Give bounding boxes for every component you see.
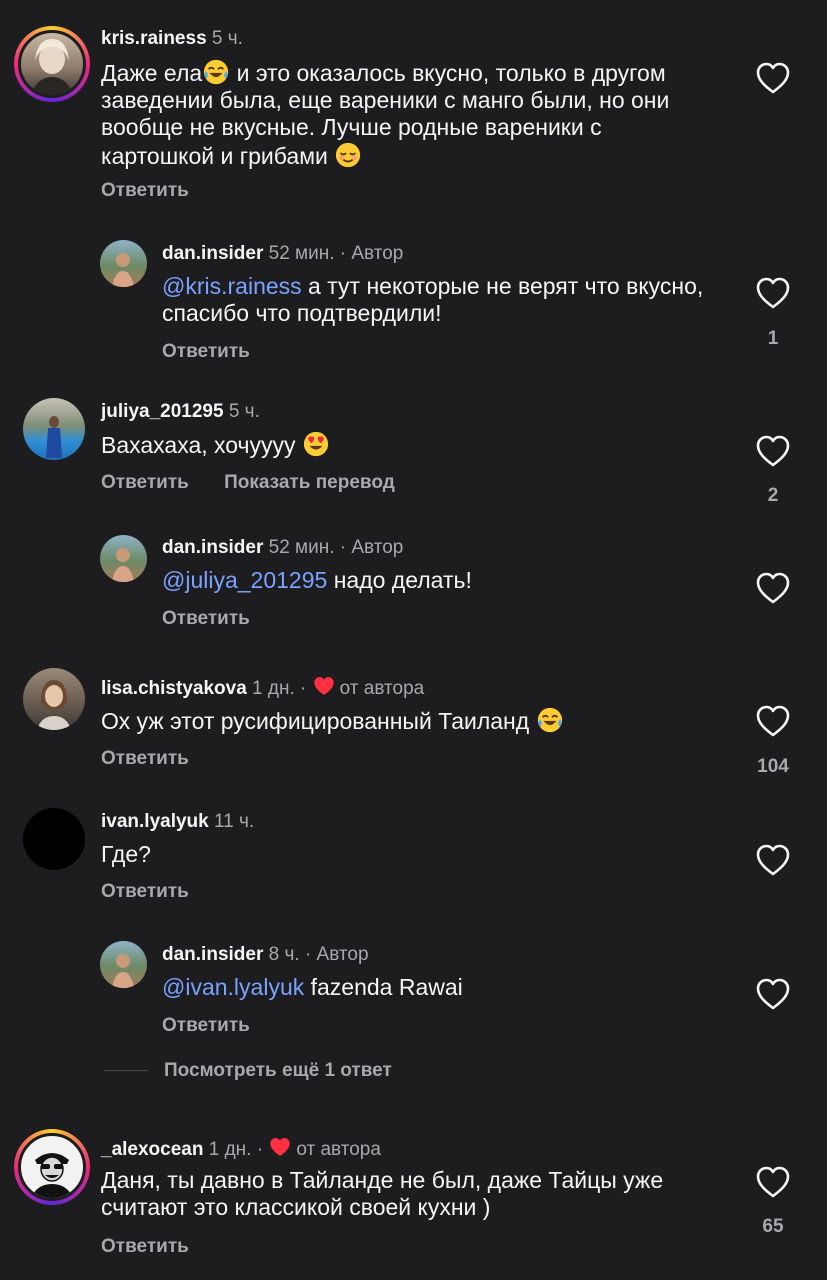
- username[interactable]: _alexocean: [101, 1139, 203, 1160]
- comment-header: juliya_201295 5 ч.: [101, 401, 260, 423]
- reply-button[interactable]: Ответить: [162, 341, 250, 362]
- reply-text: @ivan.lyalyuk fazenda Rawai: [162, 974, 463, 1000]
- avatar[interactable]: [14, 26, 90, 102]
- reply-button[interactable]: Ответить: [101, 472, 189, 493]
- comment-header: ivan.lyalyuk 11 ч.: [101, 811, 254, 833]
- reply-actions: Ответить: [162, 341, 280, 363]
- relieved-emoji: [334, 141, 362, 169]
- like-count: 1: [767, 328, 779, 349]
- comment-text: Где?: [101, 841, 151, 867]
- comment-actions: Ответить: [101, 748, 219, 770]
- timestamp: 5 ч.: [211, 28, 243, 49]
- reply-button[interactable]: Ответить: [101, 1236, 189, 1257]
- mention-link[interactable]: @juliya_201295: [162, 567, 327, 593]
- timestamp: 5 ч.: [228, 401, 260, 422]
- timestamp: 52 мин. · Автор: [268, 243, 404, 264]
- avatar[interactable]: [23, 808, 85, 870]
- username[interactable]: juliya_201295: [101, 401, 224, 422]
- comment-header: _alexocean 1 дн. · от автора: [101, 1136, 381, 1161]
- joy-emoji: [536, 706, 564, 734]
- joy-emoji: [202, 58, 230, 86]
- reply-text: @kris.rainess а тут некоторые не верят ч…: [162, 273, 704, 326]
- liked-by-author-label: от автора: [296, 1139, 381, 1160]
- username[interactable]: dan.insider: [162, 944, 263, 965]
- mention-link[interactable]: @ivan.lyalyuk: [162, 974, 304, 1000]
- author-liked-heart-icon: [268, 1136, 292, 1158]
- author-liked-heart-icon: [312, 675, 336, 697]
- comment-header: lisa.chistyakova 1 дн. · от автора: [101, 675, 424, 700]
- heart-icon[interactable]: [755, 571, 791, 605]
- reply-text: @juliya_201295 надо делать!: [162, 567, 472, 593]
- view-more-replies-button[interactable]: Посмотреть ещё 1 ответ: [104, 1060, 392, 1082]
- username[interactable]: lisa.chistyakova: [101, 678, 247, 699]
- reply-actions: Ответить: [162, 1015, 280, 1037]
- reply-header: dan.insider 52 мин. · Автор: [162, 537, 403, 559]
- username[interactable]: dan.insider: [162, 537, 263, 558]
- divider-line: [104, 1070, 148, 1072]
- reply-button[interactable]: Ответить: [162, 608, 250, 629]
- reply-button[interactable]: Ответить: [162, 1015, 250, 1036]
- heart-eyes-emoji: [302, 430, 330, 458]
- comment-actions: Ответить: [101, 881, 219, 903]
- comment-actions: Ответить: [101, 180, 219, 202]
- avatar-photo: [31, 1153, 73, 1198]
- avatar-photo: [31, 39, 73, 95]
- avatar[interactable]: [23, 668, 85, 730]
- reply-header: dan.insider 52 мин. · Автор: [162, 243, 403, 265]
- heart-icon[interactable]: [755, 1165, 791, 1199]
- liked-by-author-label: от автора: [339, 678, 425, 699]
- avatar-photo: [46, 416, 62, 458]
- heart-icon[interactable]: [755, 276, 791, 310]
- heart-icon[interactable]: [755, 843, 791, 877]
- username[interactable]: ivan.lyalyuk: [101, 811, 209, 832]
- comment-header: kris.rainess 5 ч.: [101, 28, 243, 50]
- comment-text: Даня, ты давно в Тайланде не был, даже Т…: [101, 1167, 664, 1220]
- comment-text: Даже ела и это оказалось вкусно, только …: [101, 58, 670, 169]
- comment-text: Вахахаха, хочуууу: [101, 430, 741, 459]
- comment-actions: Ответить Показать перевод: [101, 472, 425, 494]
- avatar[interactable]: [14, 1129, 90, 1205]
- reply-button[interactable]: Ответить: [101, 180, 189, 201]
- username[interactable]: dan.insider: [162, 243, 263, 264]
- mention-link[interactable]: @kris.rainess: [162, 273, 302, 299]
- heart-icon[interactable]: [755, 61, 791, 95]
- avatar[interactable]: [100, 240, 147, 287]
- reply-button[interactable]: Ответить: [101, 748, 189, 769]
- heart-icon[interactable]: [755, 977, 791, 1011]
- reply-header: dan.insider 8 ч. · Автор: [162, 944, 369, 966]
- like-count: 2: [767, 485, 779, 506]
- timestamp: 1 дн. ·: [208, 1139, 264, 1160]
- comment-text: Ох уж этот русифицированный Таиланд: [101, 706, 741, 735]
- like-count: 104: [757, 756, 789, 777]
- reply-button[interactable]: Ответить: [101, 881, 189, 902]
- like-count: 65: [762, 1216, 784, 1237]
- avatar[interactable]: [100, 535, 147, 582]
- heart-icon[interactable]: [755, 704, 791, 738]
- avatar-photo: [112, 548, 134, 582]
- view-more-label: Посмотреть ещё 1 ответ: [164, 1060, 392, 1081]
- username[interactable]: kris.rainess: [101, 28, 207, 49]
- heart-icon[interactable]: [755, 434, 791, 468]
- avatar-photo: [112, 954, 134, 988]
- translate-button[interactable]: Показать перевод: [224, 472, 395, 493]
- avatar[interactable]: [100, 941, 147, 988]
- timestamp: 8 ч. · Автор: [268, 944, 369, 965]
- avatar-photo: [37, 680, 71, 730]
- avatar[interactable]: [23, 398, 85, 460]
- avatar-photo: [112, 253, 134, 287]
- comment-actions: Ответить: [101, 1236, 219, 1258]
- timestamp: 52 мин. · Автор: [268, 537, 404, 558]
- reply-actions: Ответить: [162, 608, 280, 630]
- timestamp: 1 дн. ·: [252, 678, 307, 699]
- timestamp: 11 ч.: [214, 811, 255, 832]
